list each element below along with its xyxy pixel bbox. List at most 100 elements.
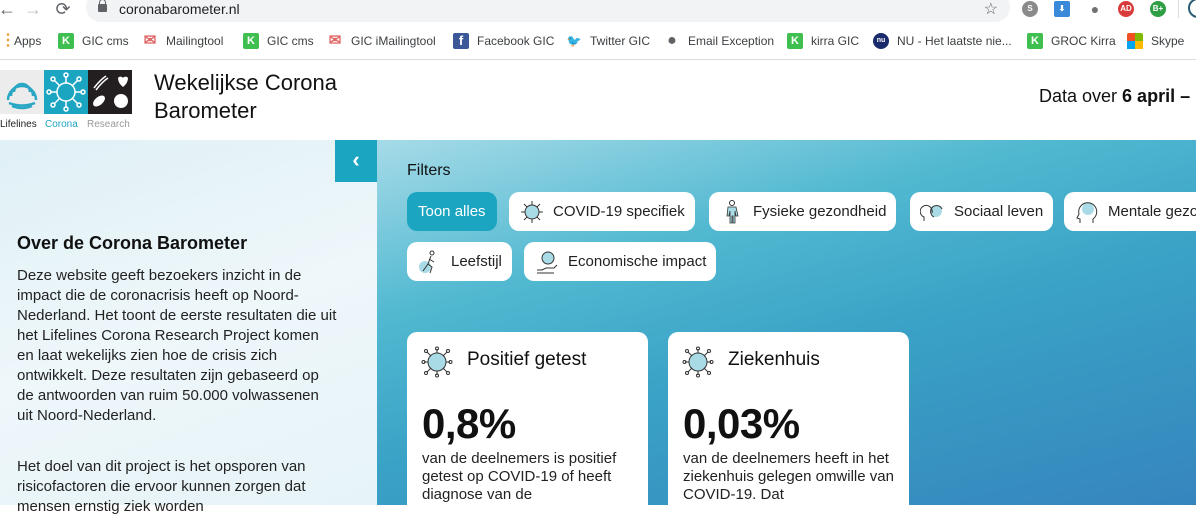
chip-label: Leefstijl — [451, 253, 502, 270]
url-text[interactable]: coronabarometer.nl — [119, 1, 240, 17]
filter-sociaal-leven[interactable]: Sociaal leven — [910, 192, 1054, 231]
mail-envelope-icon: ✉ — [328, 32, 342, 49]
card-description: van de deelnemers is positief getest op … — [422, 450, 617, 503]
about-paragraph: Het doel van dit project is het opsporen… — [17, 458, 306, 515]
globe-icon: ● — [667, 32, 677, 49]
stat-card-positief-getest[interactable]: Positief getest 0,8% van de deelnemers i… — [407, 332, 648, 522]
site-title: Wekelijkse Corona Barometer — [154, 70, 338, 123]
card-value: 0,03% — [683, 400, 800, 447]
bookmark-label: Twitter GIC — [590, 34, 651, 48]
skype-extension-icon[interactable]: S — [1022, 1, 1038, 17]
card-description: van de deelnemers heeft in het ziekenhui… — [683, 450, 894, 503]
filter-toon-alles[interactable]: Toon alles — [407, 192, 497, 231]
bookmark-apps[interactable]: ⋮ Apps — [0, 32, 41, 50]
adblock-extension-icon[interactable]: AD — [1118, 1, 1134, 17]
forward-button[interactable]: → — [22, 0, 44, 20]
bookmark-label: Mailingtool — [166, 34, 224, 48]
bookmark-gic-imailingtool[interactable]: ✉ GIC iMailingtool — [327, 32, 436, 50]
site-header: Lifelines Corona Research Wekelijkse Cor… — [0, 60, 1196, 140]
filter-economische-impact[interactable]: Economische impact — [524, 242, 717, 281]
bookmark-groc-kirra[interactable]: K GROC Kirra — [1027, 32, 1116, 50]
card-title: Ziekenhuis — [728, 349, 820, 370]
download-extension-icon[interactable]: ⬇ — [1054, 1, 1070, 17]
kirra-k-icon: K — [58, 33, 74, 49]
chip-label: Toon alles — [418, 203, 486, 220]
bookmark-label: GIC cms — [267, 34, 314, 48]
virus-icon — [421, 346, 453, 378]
about-title: Over de Corona Barometer — [17, 233, 248, 253]
bookmark-skype[interactable]: Skype — [1127, 32, 1184, 50]
bookmark-label: GIC cms — [82, 34, 129, 48]
kirra-k-icon: K — [243, 33, 259, 49]
bookmark-label: GROC Kirra — [1051, 34, 1116, 48]
bookmark-nu[interactable]: nu NU - Het laatste nie... — [873, 32, 1012, 50]
filters-label: Filters — [407, 162, 451, 179]
browser-toolbar: ← → ⟳ coronabarometer.nl ☆ S ⬇ ● AD B+ — [0, 0, 1196, 22]
data-period-prefix: Data over — [1039, 86, 1123, 106]
filter-mentale-gezondheid[interactable]: Mentale gezo — [1064, 192, 1196, 231]
filter-leefstijl[interactable]: Leefstijl — [407, 242, 512, 281]
apps-grid-icon: ⋮ — [0, 32, 16, 49]
fingerprint-icon — [0, 70, 44, 114]
kirra-k-icon: K — [787, 33, 803, 49]
collapse-sidebar-button[interactable]: ‹ — [335, 140, 377, 182]
logo-caption-research: Research — [87, 119, 130, 130]
bookmark-label: kirra GIC — [811, 34, 859, 48]
bookmark-label: Facebook GIC — [477, 34, 555, 48]
kirra-k-icon: K — [1027, 33, 1043, 49]
about-paragraph: Deze website geeft bezoekers inzicht in … — [17, 267, 337, 424]
logo-caption-corona: Corona — [45, 119, 78, 130]
brain-head-icon — [1076, 201, 1098, 223]
bookmark-kirra-gic[interactable]: K kirra GIC — [787, 32, 859, 50]
address-bar[interactable]: coronabarometer.nl ☆ — [86, 0, 1010, 22]
bookmark-facebook-gic[interactable]: f Facebook GIC — [453, 32, 554, 50]
bookmark-label: NU - Het laatste nie... — [897, 34, 1012, 48]
nu-icon: nu — [873, 33, 889, 49]
data-period-date: 6 april – — [1122, 86, 1191, 106]
mail-envelope-icon: ✉ — [143, 32, 157, 49]
bookmark-twitter-gic[interactable]: 🐦 Twitter GIC — [566, 32, 651, 50]
chevron-left-icon: ‹ — [352, 147, 360, 172]
bookmark-gic-cms-2[interactable]: K GIC cms — [243, 32, 314, 50]
lifelines-corona-research-logo[interactable]: Lifelines Corona Research — [0, 70, 134, 132]
bookmark-label: Skype — [1151, 34, 1185, 48]
data-period: Data over 6 april – — [1039, 86, 1190, 107]
bookmark-label: Email Exception — [688, 34, 775, 48]
virus-logo-icon — [44, 70, 88, 114]
card-value: 0,8% — [422, 400, 516, 447]
body-icon — [726, 199, 739, 223]
bookmark-label: Apps — [14, 34, 42, 48]
social-heads-icon — [920, 204, 943, 221]
logo-caption-lifelines: Lifelines — [0, 119, 37, 130]
toolbar-divider — [1178, 0, 1179, 18]
chip-label: Sociaal leven — [954, 203, 1044, 220]
chip-label: COVID-19 specifiek — [553, 203, 685, 220]
coin-hand-icon — [537, 251, 558, 273]
bookmark-label: GIC iMailingtool — [351, 34, 436, 48]
bookmark-star-icon[interactable]: ☆ — [984, 0, 998, 19]
runner-icon — [419, 250, 435, 273]
filter-covid19-specifiek[interactable]: COVID-19 specifiek — [509, 192, 695, 231]
chip-label: Mentale gezo — [1108, 203, 1196, 220]
record-extension-icon[interactable]: ● — [1087, 1, 1103, 17]
back-button[interactable]: ← — [0, 0, 18, 20]
profile-avatar[interactable] — [1188, 0, 1196, 18]
bplus-extension-icon[interactable]: B+ — [1150, 1, 1166, 17]
bookmarks-bar: ⋮ Apps K GIC cms ✉ Mailingtool K GIC cms… — [0, 22, 1196, 60]
chip-label: Fysieke gezondheid — [753, 203, 887, 220]
facebook-icon: f — [453, 33, 469, 49]
microsoft-logo-icon — [1127, 33, 1143, 49]
virus-icon — [521, 200, 543, 223]
virus-icon — [682, 346, 714, 378]
bookmark-gic-cms[interactable]: K GIC cms — [58, 32, 129, 50]
lock-icon — [98, 0, 107, 12]
card-title: Positief getest — [467, 349, 587, 370]
research-icons-tile — [88, 70, 132, 114]
filter-fysieke-gezondheid[interactable]: Fysieke gezondheid — [709, 192, 897, 231]
bookmark-mailingtool[interactable]: ✉ Mailingtool — [142, 32, 224, 50]
reload-button[interactable]: ⟳ — [52, 0, 74, 20]
twitter-bird-icon: 🐦 — [566, 34, 582, 48]
stat-card-ziekenhuis[interactable]: Ziekenhuis 0,03% van de deelnemers heeft… — [668, 332, 909, 522]
chip-label: Economische impact — [568, 253, 707, 270]
bookmark-email-exception[interactable]: ● Email Exception — [664, 32, 774, 50]
